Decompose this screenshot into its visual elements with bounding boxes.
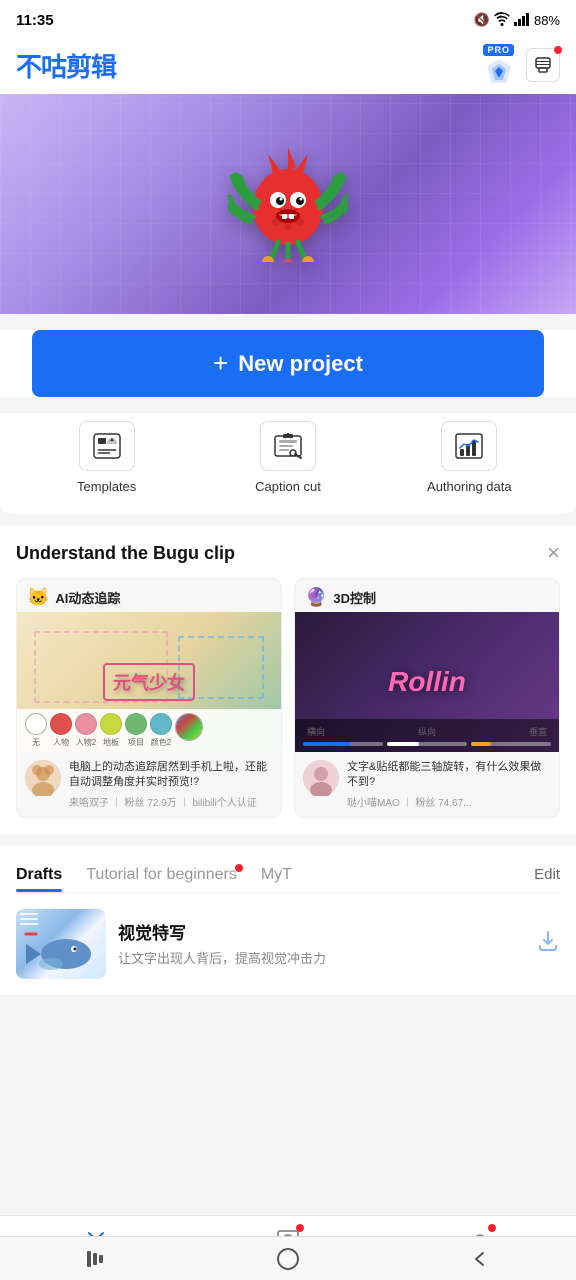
bugu-card-2-info: 文字&贴纸都能三轴旋转，有什么效果做不到? 哒小喵MAO ｜ 粉丝 74.67.… [295,752,559,817]
bugu-card-2[interactable]: 🔮 3D控制 Rollin 横向 纵向 垂直 [294,578,560,818]
tabs-section: Drafts Tutorial for beginners MyT Edit [0,846,576,893]
bugu-card-2-tag: 🔮 3D控制 [295,579,559,612]
library-badge [296,1224,304,1232]
bugu-cards: 🐱 AI动态追踪 元气少女 无 人物 [16,578,560,818]
bugu-header: Understand the Bugu clip × [16,542,560,564]
authoring-data-label: Authoring data [427,479,512,494]
timeline-label-1: 纵向 [418,725,436,738]
notification-button[interactable] [526,48,560,82]
templates-icon [79,421,135,471]
swatch-label-4: 项目 [128,737,144,748]
system-nav [0,1236,576,1280]
authoring-data-icon [441,421,497,471]
swatch-label-2: 人物2 [76,737,96,748]
bugu-close-button[interactable]: × [547,542,560,564]
back-button[interactable] [460,1239,500,1279]
bugu-tag-1-emoji: 🐱 [27,587,49,608]
pro-diamond-icon [484,56,514,86]
swatch-label-1: 人物 [53,737,69,748]
bugu-card-1-image: 元气少女 无 人物 人物2 [17,612,281,752]
quick-action-authoring-data[interactable]: Authoring data [379,421,560,494]
signal-icon [514,12,530,29]
rollin-text: Rollin [388,666,466,698]
bugu-card-2-text: 文字&贴纸都能三轴旋转，有什么效果做不到? 哒小喵MAO ｜ 粉丝 74.67.… [347,760,551,809]
bugu-card-1-desc: 电脑上的动态追踪居然到手机上啦，还能自动调整角度并实时预览!? [69,760,273,791]
new-project-label: New project [238,351,363,377]
tab-tutorial[interactable]: Tutorial for beginners [86,858,237,892]
pro-upgrade-button[interactable]: PRO [483,44,514,86]
quick-action-caption-cut[interactable]: Caption cut [197,421,378,494]
bugu-card-2-image: Rollin 横向 纵向 垂直 [295,612,559,752]
bugu-card-1-meta: 来咯双子 ｜ 粉丝 72.9万 ｜ bilibili个人认证 [69,794,273,809]
status-time: 11:35 [16,12,54,29]
quick-action-templates[interactable]: Templates [16,421,197,494]
draft-download-button[interactable] [536,929,560,959]
bugu-card-1[interactable]: 🐱 AI动态追踪 元气少女 无 人物 [16,578,282,818]
draft-item: 视觉特写 让文字出现人背后，提高视觉冲击力 [0,893,576,996]
bugu-tag-1-label: AI动态追踪 [55,588,120,607]
pro-label: PRO [483,44,514,56]
hero-banner [0,94,576,314]
swatch-label-3: 地板 [103,737,119,748]
draft-info: 视觉特写 让文字出现人背后，提高视觉冲击力 [118,919,524,968]
swatch-label-5: 颜色2 [151,737,171,748]
timeline-labels: 横向 纵向 垂直 [303,723,551,740]
bugu-tag-2-emoji: 🔮 [305,587,327,608]
status-bar: 11:35 🔇 88% [0,0,576,36]
app-bar-right: PRO [483,44,560,86]
bugu-tag-2-label: 3D控制 [333,588,376,607]
bugu-card-1-text: 电脑上的动态追踪居然到手机上啦，还能自动调整角度并实时预览!? 来咯双子 ｜ 粉… [69,760,273,809]
bugu-card-1-info: 电脑上的动态追踪居然到手机上啦，还能自动调整角度并实时预览!? 来咯双子 ｜ 粉… [17,752,281,817]
draft-desc: 让文字出现人背后，提高视觉冲击力 [118,950,524,968]
bugu-card-2-avatar [303,760,339,796]
bugu-card-1-avatar [25,760,61,796]
swatch-label-0: 无 [32,737,40,748]
bugu-title: Understand the Bugu clip [16,543,235,564]
bugu-card-2-desc: 文字&贴纸都能三轴旋转，有什么效果做不到? [347,760,551,791]
home-button[interactable] [268,1239,308,1279]
hero-monster [228,132,348,277]
bugu-card-2-meta: 哒小喵MAO ｜ 粉丝 74.67... [347,794,551,809]
app-logo: 不咕剪辑 [16,47,116,84]
tab-edit-button[interactable]: Edit [534,866,560,883]
bugu-card-1-tag: 🐱 AI动态追踪 [17,579,281,612]
timeline-label-0: 横向 [307,725,325,738]
tab-tutorial-dot [235,864,243,872]
color-swatches: 无 人物 人物2 地板 [17,709,281,752]
dance-overlay-text: 元气少女 [103,663,195,701]
caption-cut-icon [260,421,316,471]
tabs-row: Drafts Tutorial for beginners MyT Edit [16,846,560,893]
bugu-section: Understand the Bugu clip × 🐱 AI动态追踪 元气少女 [0,526,576,834]
recent-apps-button[interactable] [76,1239,116,1279]
tab-drafts[interactable]: Drafts [16,858,62,892]
app-bar: 不咕剪辑 PRO [0,36,576,94]
new-project-plus-icon: + [213,348,228,379]
draft-title: 视觉特写 [118,919,524,944]
status-icons: 🔇 88% [474,12,560,29]
quick-actions: Templates Caption cut [0,413,576,514]
profile-badge [488,1224,496,1232]
timeline-label-2: 垂直 [529,725,547,738]
caption-cut-label: Caption cut [255,479,321,494]
mute-icon: 🔇 [474,12,490,28]
wifi-icon [494,12,510,29]
new-project-button[interactable]: + New project [32,330,544,397]
notification-badge [553,45,563,55]
draft-thumbnail [16,909,106,979]
templates-label: Templates [77,479,136,494]
tab-myt[interactable]: MyT [261,858,292,892]
battery-icon: 88% [534,13,560,28]
